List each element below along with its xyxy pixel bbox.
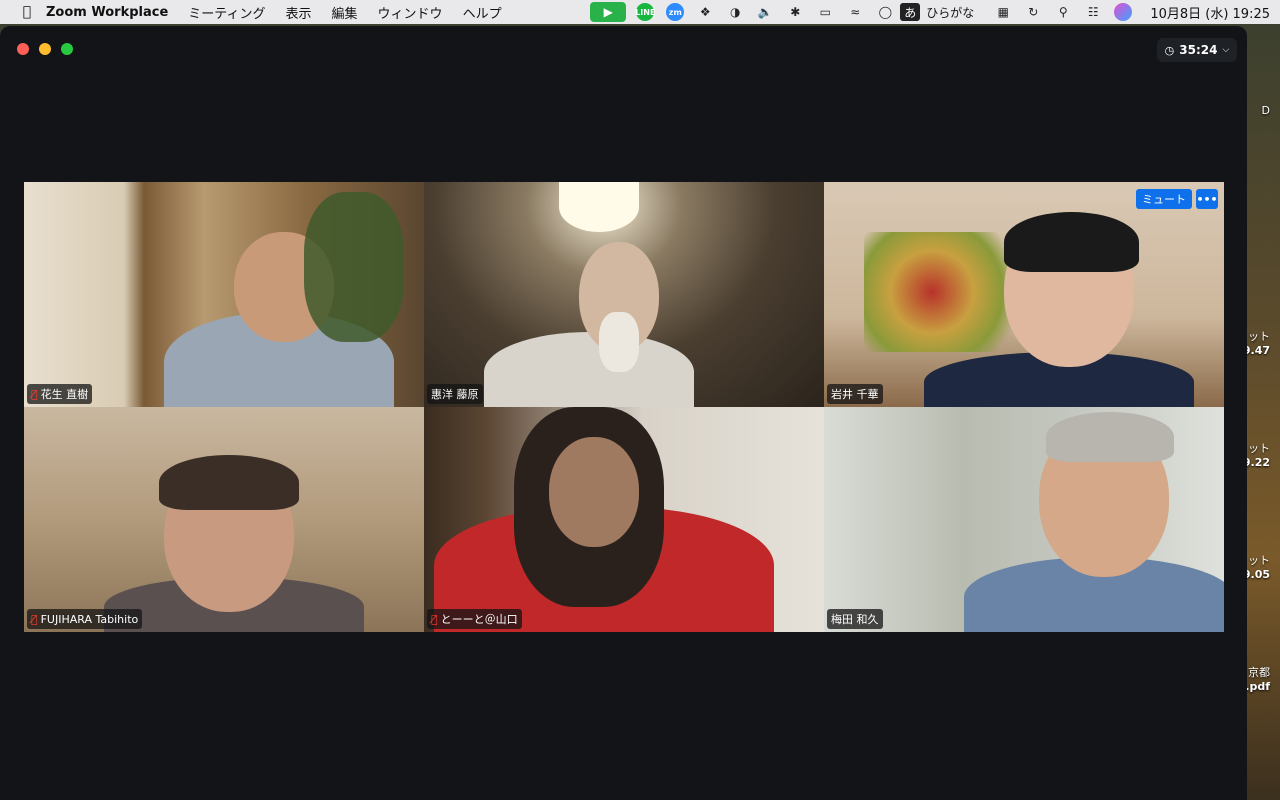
desktop-label-line: D <box>1261 104 1270 117</box>
menu-clock[interactable]: 10月8日 (水) 19:25 <box>1150 3 1270 22</box>
participant-hair <box>159 455 299 510</box>
mic-muted-icon: 🎙̸ <box>431 612 438 626</box>
chevron-down-icon: ⌵ <box>1222 45 1230 55</box>
desktop-file-label[interactable]: 京都 .pdf <box>1245 666 1270 694</box>
zoom-window-button[interactable] <box>61 43 73 55</box>
siri-icon[interactable] <box>1108 2 1138 22</box>
video-tile[interactable]: 梅田 和久 <box>824 407 1224 632</box>
app-menu[interactable]: Zoom Workplace <box>46 5 168 20</box>
line-icon[interactable]: LINE <box>630 2 660 22</box>
participant-name: FUJIHARA Tabihito <box>40 612 139 626</box>
plant-decoration <box>304 192 404 342</box>
participant-name: とーーと＠山口 <box>440 613 518 626</box>
mic-muted-icon: 🎙̸ <box>31 612 38 626</box>
video-tile[interactable]: 🎙̸ FUJIHARA Tabihito <box>24 407 424 632</box>
volume-icon[interactable]: 🔈 <box>750 2 780 22</box>
status-area: ▶ LINE zm ❖ ◑ 🔈 ✱ ▭ ≈ ◯ あ ひらがな ▦ ↻ ⚲ ☷ 1… <box>586 0 1280 24</box>
search-icon[interactable]: ⚲ <box>1048 2 1078 22</box>
meeting-timer[interactable]: ◷ 35:24 ⌵ <box>1157 38 1237 62</box>
participant-name-tag: 惠洋 藤原 <box>427 384 483 404</box>
wifi-icon[interactable]: ≈ <box>840 2 870 22</box>
bluetooth-icon[interactable]: ✱ <box>780 2 810 22</box>
menu-help[interactable]: ヘルプ <box>463 3 502 22</box>
ime-input-icon[interactable]: あ <box>900 3 921 21</box>
participant-name: 惠洋 藤原 <box>431 388 479 401</box>
participant-head <box>549 437 639 547</box>
mic-muted-icon: 🎙̸ <box>31 387 38 401</box>
more-options-button[interactable]: ••• <box>1196 189 1218 209</box>
lamp <box>559 182 639 232</box>
participant-hair <box>1004 212 1139 272</box>
participant-name-tag: 梅田 和久 <box>827 609 883 629</box>
desktop-label-line: 京都 <box>1248 666 1270 679</box>
participant-figure <box>484 332 694 407</box>
participant-name-tag: 🎙̸ FUJIHARA Tabihito <box>27 609 143 629</box>
desktop-label-line: .pdf <box>1245 680 1270 693</box>
tile-actions: ミュート ••• <box>1136 189 1218 209</box>
close-window-button[interactable] <box>17 43 29 55</box>
minimize-window-button[interactable] <box>39 43 51 55</box>
ime-label[interactable]: ひらがな <box>926 4 974 21</box>
menu-bar:  Zoom Workplace ミーティング 表示 編集 ウィンドウ ヘルプ … <box>0 0 1280 24</box>
battery-icon[interactable]: ▭ <box>810 2 840 22</box>
video-tile[interactable]: 🎙̸ 花生 直樹 <box>24 182 424 407</box>
participant-hair <box>1046 412 1174 462</box>
menu-edit[interactable]: 編集 <box>332 3 358 22</box>
video-tile[interactable]: ミュート ••• 岩井 千華 <box>824 182 1224 407</box>
video-tile[interactable]: 🎙̸ とーーと＠山口 <box>424 407 824 632</box>
mute-participant-button[interactable]: ミュート <box>1136 189 1192 209</box>
desktop-file-label[interactable]: D <box>1262 104 1270 118</box>
menu-window[interactable]: ウィンドウ <box>378 3 443 22</box>
time-machine-icon[interactable]: ↻ <box>1018 2 1048 22</box>
window-controls <box>17 43 73 55</box>
clock-icon: ◷ <box>1164 43 1175 57</box>
dropbox-icon[interactable]: ❖ <box>690 2 720 22</box>
apple-menu-icon[interactable]:  <box>8 4 46 20</box>
video-tile-active-speaker[interactable]: 惠洋 藤原 <box>424 182 824 407</box>
participant-name: 岩井 千華 <box>831 388 879 401</box>
beard <box>599 312 639 372</box>
participant-name-tag: 🎙̸ とーーと＠山口 <box>427 609 522 629</box>
zoom-video-icon[interactable]: ▶ <box>586 2 630 22</box>
menu-meeting[interactable]: ミーティング <box>188 3 265 22</box>
participant-name: 花生 直樹 <box>40 388 89 401</box>
night-owl-icon[interactable]: ◑ <box>720 2 750 22</box>
control-center-icon[interactable]: ☷ <box>1078 2 1108 22</box>
video-gallery: 🎙̸ 花生 直樹 惠洋 藤原 ミュート ••• 岩井 千華 🎙̸ FUJIHAR… <box>24 182 1224 632</box>
participant-name-tag: 岩井 千華 <box>827 384 883 404</box>
user-icon[interactable]: ◯ <box>870 2 900 22</box>
zoom-icon[interactable]: zm <box>660 2 690 22</box>
participant-name: 梅田 和久 <box>831 613 879 626</box>
meeting-timer-text: 35:24 <box>1179 43 1218 57</box>
menu-view[interactable]: 表示 <box>286 3 312 22</box>
keyboard-icon[interactable]: ▦ <box>988 2 1018 22</box>
participant-name-tag: 🎙̸ 花生 直樹 <box>27 384 93 404</box>
zoom-meeting-window: ◷ 35:24 ⌵ 🎙̸ 花生 直樹 惠洋 藤原 ミュート ••• 岩井 千華 … <box>0 26 1247 800</box>
